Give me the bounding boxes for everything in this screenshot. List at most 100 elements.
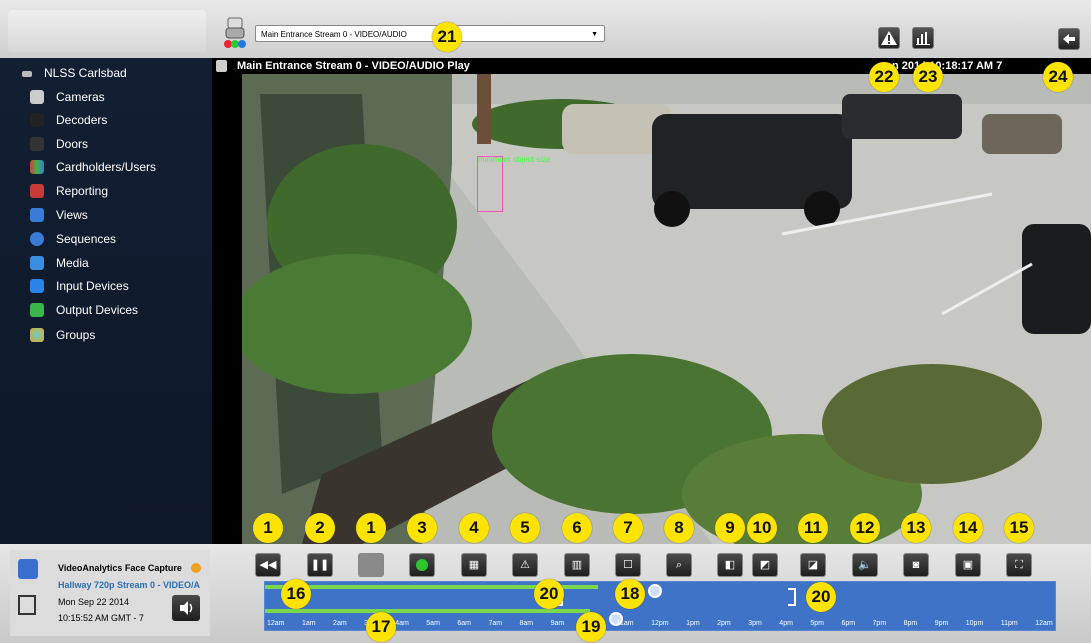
tick-label: 12pm	[651, 620, 669, 627]
tick-label: 12am	[267, 620, 285, 627]
camera-move-button[interactable]: ◧	[717, 553, 743, 577]
tick-label: 8am	[519, 620, 534, 627]
camera-feed-image	[242, 74, 1091, 544]
rewind-button[interactable]: ◀◀	[255, 553, 281, 577]
top-toolbar: Main Entrance Stream 0 - VIDEO/AUDIO ▼	[0, 0, 1091, 59]
media-icon	[30, 256, 44, 270]
event-title: VideoAnalytics Face Capture	[58, 563, 182, 573]
audio-button[interactable]: 🔈	[852, 553, 878, 577]
camera-ptz-button[interactable]: ◪	[800, 553, 826, 577]
callout-badge: 1	[253, 513, 283, 543]
sidebar-item-input-devices[interactable]: Input Devices	[30, 279, 129, 293]
back-button[interactable]	[1058, 28, 1080, 50]
users-icon	[30, 160, 44, 174]
selection-end-marker[interactable]	[788, 588, 796, 606]
sidebar-item-label: Decoders	[56, 113, 108, 127]
sidebar-item-label: Views	[56, 208, 88, 222]
sidebar-item-reporting[interactable]: Reporting	[30, 184, 108, 198]
callout-badge: 12	[850, 513, 880, 543]
navigation-sidebar: NLSS Carlsbad Cameras Decoders Doors Car…	[0, 58, 212, 544]
minimum-object-size-label: minimum object size	[478, 155, 551, 164]
zoom-button[interactable]: ⌕	[666, 553, 692, 577]
book-icon: ▥	[571, 559, 583, 571]
camera-status-icon	[224, 17, 246, 48]
callout-badge: 7	[613, 513, 643, 543]
zoom-box-icon: ⌕	[675, 559, 683, 571]
sidebar-item-groups[interactable]: Groups	[30, 328, 95, 342]
snapshot-button[interactable]: ◙	[903, 553, 929, 577]
sidebar-item-label: Sequences	[56, 232, 117, 246]
fullscreen-button[interactable]: ⛶	[1006, 553, 1032, 577]
callout-badge: 8	[664, 513, 694, 543]
sidebar-item-views[interactable]: Views	[30, 208, 88, 222]
event-status-panel: VideoAnalytics Face Capture Hallway 720p…	[10, 550, 210, 636]
sidebar-item-label: Cardholders/Users	[56, 160, 157, 174]
person-icon	[18, 595, 36, 615]
tick-label: 11pm	[1000, 620, 1018, 627]
chevron-down-icon: ▼	[591, 31, 598, 38]
volume-button[interactable]	[172, 595, 200, 621]
fullscreen-icon: ⛶	[1015, 559, 1023, 571]
bookmark-button[interactable]: ▥	[564, 553, 590, 577]
tick-label: 2am	[333, 620, 347, 627]
bar-chart-icon	[916, 32, 930, 45]
sidebar-item-cardholders[interactable]: Cardholders/Users	[30, 160, 156, 174]
callout-badge: 5	[510, 513, 540, 543]
site-icon	[22, 71, 32, 77]
sidebar-item-label: Input Devices	[56, 279, 129, 293]
sidebar-item-doors[interactable]: Doors	[30, 137, 88, 151]
sidebar-item-cameras[interactable]: Cameras	[30, 90, 105, 104]
video-title: Main Entrance Stream 0 - VIDEO/AUDIO Pla…	[237, 60, 470, 72]
minimum-object-size-box[interactable]	[477, 156, 503, 212]
sidebar-item-sequences[interactable]: Sequences	[30, 232, 116, 246]
event-stream-link[interactable]: Hallway 720p Stream 0 - VIDEO/A	[58, 580, 208, 590]
save-icon: ▣	[962, 559, 974, 571]
save-button[interactable]: ▣	[955, 553, 981, 577]
tick-label: 9am	[550, 620, 565, 627]
tick-label: 6am	[457, 620, 471, 627]
analytics-button[interactable]: ☐	[615, 553, 641, 577]
callout-badge: 10	[747, 513, 777, 543]
stream-select-value: Main Entrance Stream 0 - VIDEO/AUDIO	[261, 30, 407, 39]
callout-badge: 1	[356, 513, 386, 543]
sidebar-item-output-devices[interactable]: Output Devices	[30, 303, 138, 317]
recorded-segment-bar	[265, 609, 590, 613]
report-icon	[30, 184, 44, 198]
callout-badge: 4	[459, 513, 489, 543]
alert-button[interactable]: ⚠	[512, 553, 538, 577]
record-button[interactable]	[409, 553, 435, 577]
camera-move-icon: ◧	[724, 559, 736, 571]
callout-badge: 17	[366, 612, 396, 642]
pause-button[interactable]: ❚❚	[307, 553, 333, 577]
decoder-icon	[30, 113, 44, 127]
views-icon	[30, 208, 44, 222]
calendar-button[interactable]: ▦	[461, 553, 487, 577]
sidebar-item-label: Groups	[56, 328, 96, 342]
speaker-icon: 🔈	[858, 559, 872, 571]
stream-select[interactable]: Main Entrance Stream 0 - VIDEO/AUDIO ▼	[255, 25, 605, 42]
info-icon[interactable]	[191, 563, 201, 573]
video-viewer[interactable]: Main Entrance Stream 0 - VIDEO/AUDIO Pla…	[212, 58, 1091, 544]
tick-label: 8pm	[903, 620, 918, 627]
warning-icon	[881, 31, 897, 45]
sidebar-item-label: Output Devices	[56, 303, 139, 317]
statistics-button[interactable]	[912, 27, 934, 49]
tick-label: 4pm	[779, 620, 793, 627]
callout-badge: 15	[1004, 513, 1034, 543]
sidebar-item-media[interactable]: Media	[30, 256, 89, 270]
callout-badge: 20	[806, 582, 836, 612]
alerts-button[interactable]	[878, 27, 900, 49]
callout-badge: 16	[281, 579, 311, 609]
sidebar-item-label: Doors	[56, 137, 89, 151]
video-timestamp: n 2014 10:18:17 AM 7	[892, 60, 1003, 72]
disabled-control-button[interactable]	[358, 553, 384, 577]
tick-label: 12am	[1035, 620, 1053, 627]
callout-badge: 6	[562, 513, 592, 543]
camera-tilt-button[interactable]: ◩	[752, 553, 778, 577]
sidebar-root-site[interactable]: NLSS Carlsbad	[22, 66, 127, 80]
sidebar-item-decoders[interactable]: Decoders	[30, 113, 107, 127]
tick-label: 10pm	[965, 620, 984, 627]
camera-ptz-icon: ◪	[807, 559, 819, 571]
playhead-handle[interactable]	[648, 584, 662, 598]
callout-badge: 2	[305, 513, 335, 543]
